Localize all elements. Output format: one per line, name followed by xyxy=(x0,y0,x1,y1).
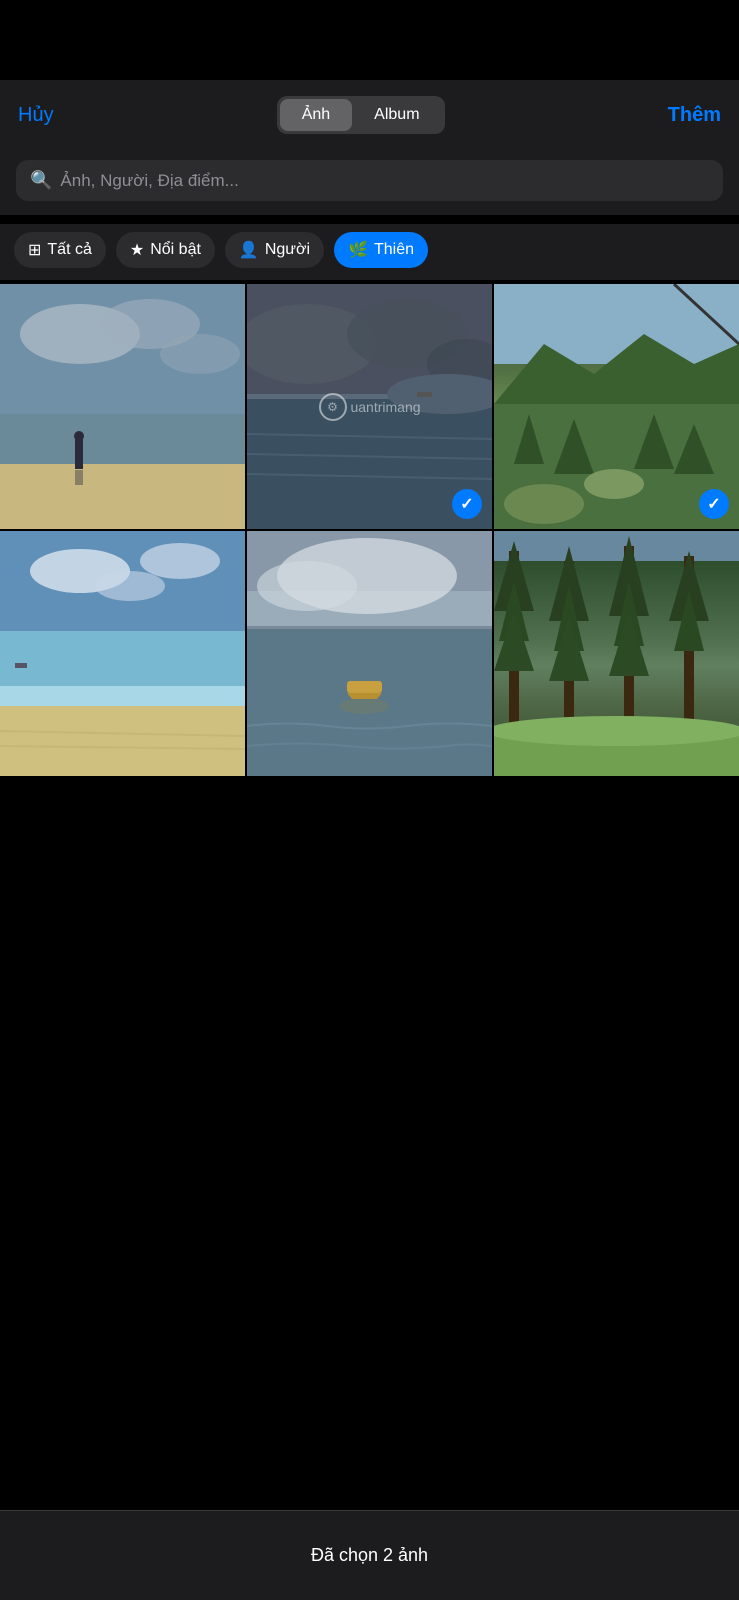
filter-all-button[interactable]: ⊞ Tất cả xyxy=(14,232,106,268)
status-bar xyxy=(0,0,739,80)
photo-cell-5[interactable] xyxy=(247,531,492,776)
photo-cell-3[interactable]: ✓ xyxy=(494,284,739,529)
search-input-wrap[interactable]: 🔍 Ảnh, Người, Địa điểm... xyxy=(16,160,723,201)
search-placeholder: Ảnh, Người, Địa điểm... xyxy=(60,171,238,191)
leaf-icon: 🌿 xyxy=(348,240,368,260)
cancel-button[interactable]: Hủy xyxy=(18,104,54,127)
search-bar: 🔍 Ảnh, Người, Địa điểm... xyxy=(0,150,739,215)
segment-album-tab[interactable]: Album xyxy=(352,99,441,131)
filter-people-button[interactable]: 👤 Người xyxy=(225,232,324,268)
filter-people-label: Người xyxy=(265,241,310,259)
filter-nature-label: Thiên xyxy=(374,241,414,259)
photo-cell-2[interactable]: ⚙ uantrimang ✓ xyxy=(247,284,492,529)
segment-photo-tab[interactable]: Ảnh xyxy=(280,99,352,131)
filter-bar: ⊞ Tất cả ★ Nổi bật 👤 Người 🌿 Thiên xyxy=(0,224,739,280)
filter-all-label: Tất cả xyxy=(47,241,91,259)
photo-cell-4[interactable] xyxy=(0,531,245,776)
filter-featured-button[interactable]: ★ Nổi bật xyxy=(116,232,215,268)
filter-nature-button[interactable]: 🌿 Thiên xyxy=(334,232,428,268)
search-icon: 🔍 xyxy=(30,170,52,191)
photo-cell-1[interactable] xyxy=(0,284,245,529)
selection-check-3: ✓ xyxy=(699,489,729,519)
segment-control: Ảnh Album xyxy=(277,96,445,134)
selected-count-label: Đã chọn 2 ảnh xyxy=(311,1545,428,1566)
photo-cell-6[interactable] xyxy=(494,531,739,776)
star-icon: ★ xyxy=(130,240,144,260)
grid-icon: ⊞ xyxy=(28,240,41,260)
nav-bar: Hủy Ảnh Album Thêm xyxy=(0,80,739,150)
person-icon: 👤 xyxy=(239,240,259,260)
filter-featured-label: Nổi bật xyxy=(150,241,201,259)
photo-grid: ⚙ uantrimang ✓ ✓ xyxy=(0,284,739,776)
add-button[interactable]: Thêm xyxy=(668,104,721,127)
selection-check-2: ✓ xyxy=(452,489,482,519)
bottom-bar: Đã chọn 2 ảnh xyxy=(0,1510,739,1600)
